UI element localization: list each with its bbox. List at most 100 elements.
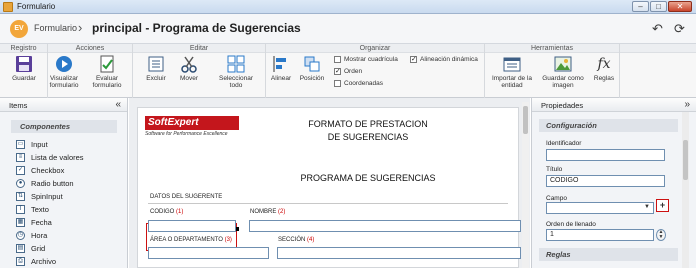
evaluate-form-icon: [100, 55, 114, 73]
logo-text: SoftExpert: [145, 116, 239, 130]
delete-icon: [148, 56, 164, 72]
component-date[interactable]: ▦ Fecha: [16, 217, 52, 228]
move-label: Mover: [179, 75, 199, 82]
component-grid[interactable]: ▤ Grid: [16, 243, 45, 254]
component-label: Archivo: [31, 257, 57, 266]
form-subtitle[interactable]: PROGRAMA DE SUGERENCIAS: [278, 173, 458, 183]
radio-icon: ●: [16, 179, 25, 188]
component-label: Lista de valores: [31, 153, 84, 162]
dynamic-alignment-checkbox[interactable]: ✓ Alineación dinámica: [410, 56, 478, 63]
properties-scroll-thumb[interactable]: [683, 140, 688, 180]
component-spininput[interactable]: ⇅ SpinInput: [16, 191, 63, 202]
select-all-label: Seleccionar todo: [219, 75, 253, 89]
component-label: Checkbox: [31, 166, 65, 175]
area-label[interactable]: ÁREA O DEPARTAMENTO (3): [150, 237, 232, 243]
seccion-field[interactable]: [277, 247, 521, 259]
component-label: Fecha: [31, 218, 52, 227]
component-value-list[interactable]: ≡ Lista de valores: [16, 152, 84, 163]
form-title-line1[interactable]: FORMATO DE PRESTACION: [288, 119, 448, 129]
field-label: Campo: [546, 195, 567, 202]
dropdown-arrow-icon: ▼: [644, 204, 650, 210]
nombre-label[interactable]: NOMBRE (2): [250, 209, 285, 215]
collapse-left-icon[interactable]: «: [115, 99, 121, 110]
coordinates-checkbox[interactable]: Coordenadas: [334, 80, 383, 87]
close-button[interactable]: ✕: [668, 1, 692, 12]
area-number: (3): [224, 237, 232, 243]
collapse-right-icon[interactable]: »: [684, 99, 690, 110]
form-title-line2[interactable]: DE SUGERENCIAS: [288, 132, 448, 142]
order-checkbox[interactable]: ✓ Orden: [334, 68, 362, 75]
ribbon-toolbar: Registro Acciones Editar Organizar Herra…: [0, 44, 696, 98]
save-as-image-button[interactable]: Guardar como imagen: [538, 55, 588, 89]
codigo-number: (1): [176, 209, 184, 215]
grid-icon: ▤: [16, 244, 25, 253]
component-text[interactable]: T Texto: [16, 204, 49, 215]
group-empty: [620, 44, 696, 53]
properties-panel: Propiedades » Configuración Identificado…: [531, 98, 696, 268]
identifier-input[interactable]: [546, 149, 665, 161]
select-all-button[interactable]: Seleccionar todo: [212, 55, 260, 89]
show-grid-checkbox[interactable]: Mostrar cuadrícula: [334, 56, 398, 63]
import-entity-button[interactable]: Importar de la entidad: [488, 55, 536, 89]
area-field[interactable]: [148, 247, 269, 259]
save-button[interactable]: Guardar: [4, 55, 44, 82]
logo-tagline: Software for Performance Excellence: [145, 131, 228, 137]
group-acciones: Acciones: [48, 44, 132, 53]
breadcrumb[interactable]: Formulario: [34, 23, 77, 33]
app-icon: [3, 2, 13, 12]
minimize-button[interactable]: –: [632, 1, 649, 12]
fill-order-input[interactable]: 1: [546, 229, 654, 241]
component-input[interactable]: ▭ Input: [16, 139, 48, 150]
align-button[interactable]: Alinear: [268, 55, 294, 82]
properties-panel-title: Propiedades: [541, 101, 584, 110]
position-button[interactable]: Posición: [298, 55, 326, 82]
align-label: Alinear: [270, 75, 292, 82]
group-organizar: Organizar: [266, 44, 484, 53]
canvas-scrollbar[interactable]: [522, 102, 529, 268]
component-label: Input: [31, 140, 48, 149]
function-icon: fx: [597, 56, 611, 72]
canvas-scroll-thumb[interactable]: [523, 106, 528, 134]
show-grid-label: Mostrar cuadrícula: [344, 56, 398, 63]
properties-scrollbar[interactable]: [682, 112, 689, 268]
delete-label: Excluir: [146, 75, 166, 82]
refresh-icon[interactable]: ⟳: [674, 21, 685, 37]
maximize-button[interactable]: □: [650, 1, 667, 12]
component-radio-button[interactable]: ● Radio button: [16, 178, 74, 189]
component-file[interactable]: ⎙ Archivo: [16, 256, 56, 267]
undo-icon[interactable]: ↶: [652, 21, 663, 37]
save-icon: [16, 56, 32, 72]
codigo-text: CODIGO: [150, 209, 175, 215]
component-time[interactable]: ◷ Hora: [16, 230, 47, 241]
rules-button[interactable]: fx Reglas: [591, 55, 617, 82]
component-label: Radio button: [31, 179, 74, 188]
spin-stepper-icon[interactable]: ▲ ▼: [656, 229, 666, 241]
add-field-button[interactable]: +: [656, 199, 669, 212]
page-title: principal - Programa de Sugerencias: [92, 21, 301, 35]
component-checkbox[interactable]: ✓ Checkbox: [16, 165, 64, 176]
delete-button[interactable]: Excluir: [141, 55, 171, 82]
group-registro: Registro: [0, 44, 47, 53]
nombre-field[interactable]: [249, 220, 521, 232]
title-label: Título: [546, 166, 563, 173]
preview-form-button[interactable]: Visualizar formulario: [46, 55, 82, 89]
rules-title: Reglas: [539, 248, 678, 261]
title-input[interactable]: CODIGO: [546, 175, 665, 187]
fill-order-label: Orden de llenado: [546, 221, 596, 228]
codigo-field[interactable]: [148, 220, 236, 232]
list-icon: ≡: [16, 153, 25, 162]
configuration-title: Configuración: [539, 119, 678, 132]
section-title[interactable]: DATOS DEL SUGERENTE: [150, 194, 222, 200]
field-select[interactable]: ▼: [546, 202, 654, 214]
properties-panel-header: Propiedades »: [532, 98, 696, 112]
calendar-icon: ▦: [16, 218, 25, 227]
component-label: SpinInput: [31, 192, 63, 201]
softexpert-logo: SoftExpert Software for Performance Exce…: [145, 116, 239, 138]
checkbox-icon: ✓: [16, 166, 25, 175]
import-entity-label: Importar de la entidad: [491, 75, 533, 89]
seccion-text: SECCIÓN: [278, 237, 306, 243]
evaluate-form-button[interactable]: Evaluar formulario: [84, 55, 130, 89]
codigo-label[interactable]: CODIGO (1): [150, 209, 183, 215]
move-button[interactable]: Mover: [174, 55, 204, 82]
seccion-label[interactable]: SECCIÓN (4): [278, 237, 314, 243]
